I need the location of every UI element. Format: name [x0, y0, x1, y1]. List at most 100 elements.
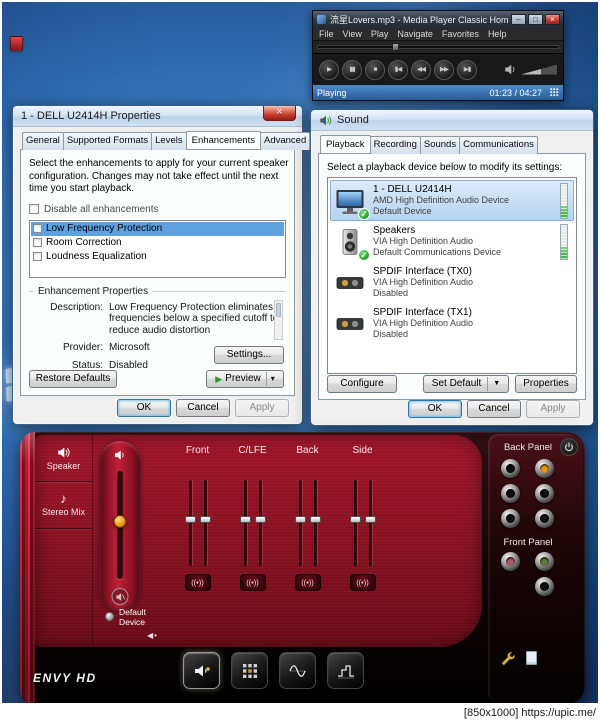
- tab-supported-formats[interactable]: Supported Formats: [62, 132, 153, 150]
- tab-recording[interactable]: Recording: [369, 136, 421, 154]
- slider-knob[interactable]: [294, 516, 306, 523]
- description-scrollbar[interactable]: [274, 300, 283, 340]
- jack-black[interactable]: [535, 509, 554, 528]
- slider-knob[interactable]: [254, 516, 266, 523]
- slider-knob[interactable]: [309, 516, 321, 523]
- apply-button[interactable]: Apply: [526, 400, 580, 418]
- volume-mixer-button[interactable]: [183, 652, 220, 689]
- checkbox[interactable]: [33, 224, 42, 233]
- pause-button[interactable]: ▮▮: [342, 59, 362, 80]
- room-correction-button[interactable]: [327, 652, 364, 689]
- jack-black[interactable]: [535, 577, 554, 596]
- mixer-matrix-button[interactable]: [231, 652, 268, 689]
- menu-item-file[interactable]: File: [319, 29, 334, 39]
- mute-button[interactable]: [111, 588, 129, 605]
- menu-item-favorites[interactable]: Favorites: [442, 29, 479, 39]
- device-row-spdif-tx0[interactable]: SPDIF Interface (TX0) VIA High Definitio…: [330, 262, 574, 303]
- menu-item-help[interactable]: Help: [488, 29, 507, 39]
- cancel-button[interactable]: Cancel: [176, 399, 230, 417]
- play-button[interactable]: ▶: [319, 59, 339, 80]
- device-row-dell-u2414h[interactable]: ✓ 1 - DELL U2414H AMD High Definition Au…: [330, 180, 574, 221]
- speaker-test-button[interactable]: ((•)): [349, 574, 376, 591]
- jack-orange[interactable]: [535, 459, 554, 478]
- rewind-button[interactable]: ◀◀: [411, 59, 431, 80]
- jack-black[interactable]: [501, 459, 520, 478]
- slider-front-left[interactable]: [184, 480, 196, 566]
- source-stereo-mix[interactable]: ♪ Stereo Mix: [35, 482, 92, 529]
- slider-back-left[interactable]: [294, 480, 306, 566]
- tab-playback[interactable]: Playback: [320, 135, 371, 153]
- menu-item-play[interactable]: Play: [371, 29, 389, 39]
- skip-forward-button[interactable]: ▶▮: [457, 59, 477, 80]
- fast-forward-button[interactable]: ▶▶: [434, 59, 454, 80]
- device-row-spdif-tx1[interactable]: SPDIF Interface (TX1) VIA High Definitio…: [330, 303, 574, 344]
- slider-knob[interactable]: [364, 516, 376, 523]
- volume-knob[interactable]: [113, 515, 127, 528]
- jack-black[interactable]: [535, 484, 554, 503]
- slider-lfe[interactable]: [254, 480, 266, 566]
- tab-sounds[interactable]: Sounds: [419, 136, 461, 154]
- slider-knob[interactable]: [349, 516, 361, 523]
- desktop-shortcut-icon[interactable]: [10, 36, 23, 51]
- jack-black[interactable]: [501, 484, 520, 503]
- slider-center[interactable]: [239, 480, 251, 566]
- minimize-button[interactable]: –: [511, 14, 526, 25]
- dialog-titlebar[interactable]: Sound: [311, 110, 593, 131]
- checkbox[interactable]: [33, 252, 42, 261]
- device-row-speakers[interactable]: ✓ Speakers VIA High Definition Audio Def…: [330, 221, 574, 262]
- source-speaker[interactable]: Speaker: [35, 435, 92, 482]
- list-item-loudness-equalization[interactable]: Loudness Equalization: [31, 250, 284, 264]
- dropdown-caret-icon[interactable]: ▾: [265, 372, 275, 386]
- master-volume-slider[interactable]: [113, 471, 127, 579]
- resize-grip[interactable]: [550, 88, 559, 97]
- checkbox[interactable]: [33, 238, 42, 247]
- collapse-arrow-icon[interactable]: ◀•: [147, 631, 158, 640]
- dialog-titlebar[interactable]: 1 - DELL U2414H Properties ×: [13, 106, 302, 127]
- restore-defaults-button[interactable]: Restore Defaults: [29, 370, 117, 388]
- slider-knob[interactable]: [239, 516, 251, 523]
- power-button[interactable]: [560, 438, 578, 456]
- checkbox[interactable]: [29, 204, 39, 214]
- menu-item-view[interactable]: View: [343, 29, 362, 39]
- preview-button[interactable]: ▶ Preview ▾: [206, 370, 284, 388]
- maximize-button[interactable]: □: [528, 14, 543, 25]
- tab-general[interactable]: General: [22, 132, 64, 150]
- jack-pink[interactable]: [501, 552, 520, 571]
- dropdown-caret-icon[interactable]: ▼: [487, 377, 500, 391]
- list-item-low-frequency-protection[interactable]: Low Frequency Protection: [31, 221, 284, 236]
- skip-back-button[interactable]: ▮◀: [388, 59, 408, 80]
- speaker-test-button[interactable]: ((•)): [294, 574, 321, 591]
- close-button[interactable]: ×: [263, 106, 296, 121]
- tab-communications[interactable]: Communications: [459, 136, 538, 154]
- mpc-titlebar[interactable]: 流星Lovers.mp3 - Media Player Classic Hom.…: [313, 11, 563, 28]
- tab-levels[interactable]: Levels: [151, 132, 187, 150]
- enhancements-list[interactable]: Low Frequency Protection Room Correction…: [29, 219, 286, 278]
- slider-side-right[interactable]: [364, 480, 376, 566]
- scrollbar-thumb[interactable]: [276, 303, 281, 317]
- close-button[interactable]: ×: [545, 14, 560, 25]
- settings-wrench-icon[interactable]: [500, 651, 515, 666]
- configure-button[interactable]: Configure: [327, 375, 397, 393]
- set-default-button[interactable]: Set Default ▼: [423, 375, 509, 393]
- apply-button[interactable]: Apply: [235, 399, 289, 417]
- settings-button[interactable]: Settings...: [214, 346, 284, 364]
- ok-button[interactable]: OK: [117, 399, 171, 417]
- seek-track[interactable]: [317, 43, 559, 51]
- jack-green[interactable]: [535, 552, 554, 571]
- slider-knob[interactable]: [184, 516, 196, 523]
- jack-black[interactable]: [501, 509, 520, 528]
- ok-button[interactable]: OK: [408, 400, 462, 418]
- tab-advanced[interactable]: Advanced: [259, 132, 311, 150]
- mpc-seekbar[interactable]: [313, 41, 563, 53]
- volume-slider[interactable]: [521, 64, 557, 75]
- info-document-icon[interactable]: [526, 651, 537, 665]
- speaker-test-button[interactable]: ((•)): [239, 574, 266, 591]
- cancel-button[interactable]: Cancel: [467, 400, 521, 418]
- stop-button[interactable]: ■: [365, 59, 385, 80]
- slider-knob[interactable]: [199, 516, 211, 523]
- slider-back-right[interactable]: [309, 480, 321, 566]
- equalizer-button[interactable]: [279, 652, 316, 689]
- disable-all-enhancements-checkbox[interactable]: Disable all enhancements: [29, 204, 286, 215]
- list-item-room-correction[interactable]: Room Correction: [31, 236, 284, 250]
- properties-button[interactable]: Properties: [515, 375, 577, 393]
